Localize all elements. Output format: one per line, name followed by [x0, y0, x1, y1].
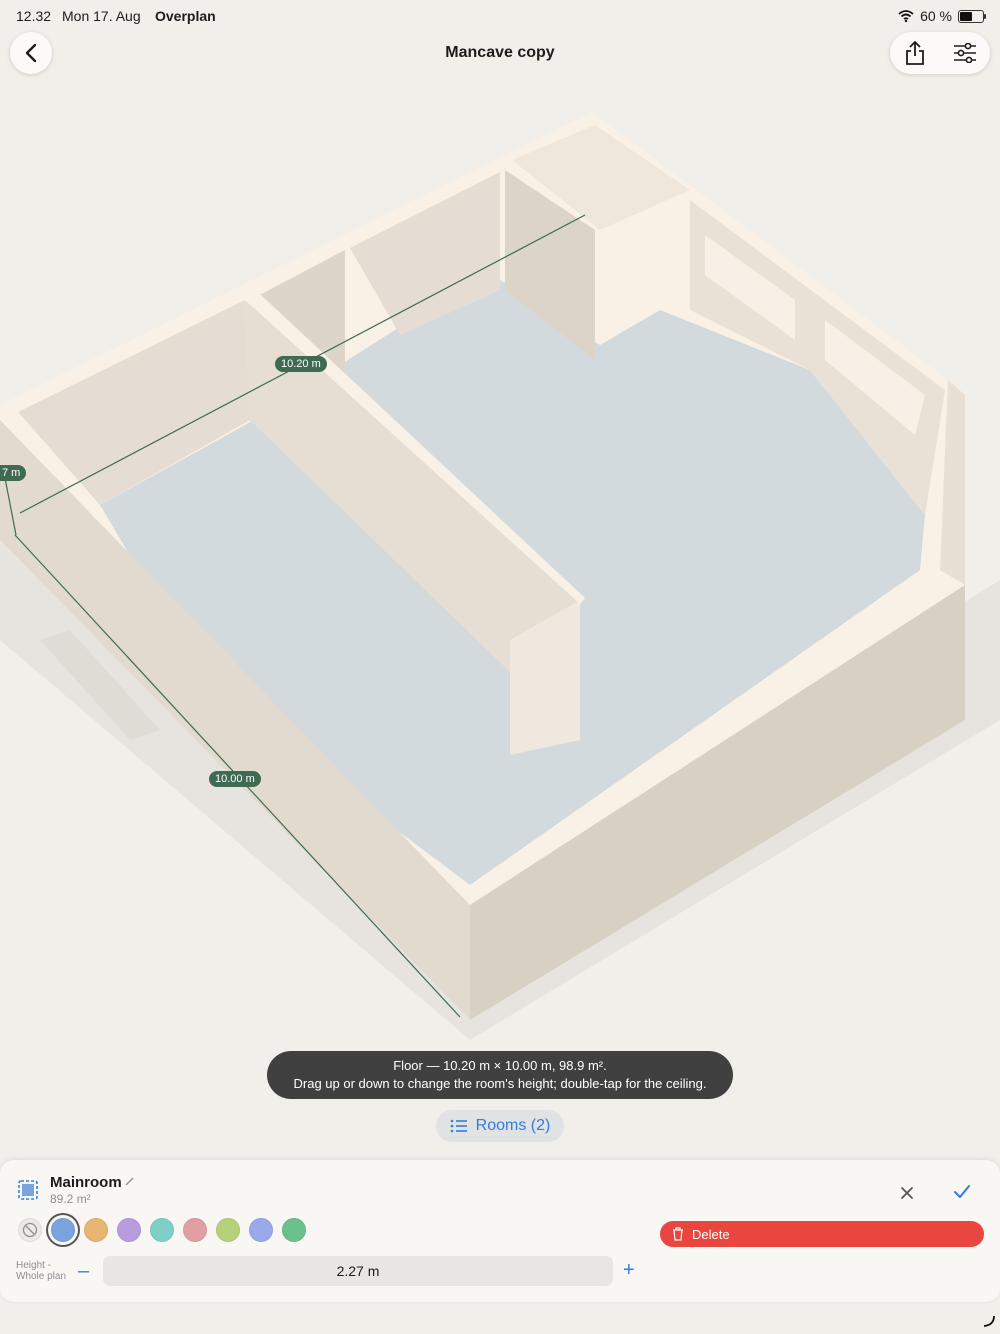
- height-label: Height - Whole plan: [16, 1260, 66, 1282]
- height-label-line-1: Height -: [16, 1260, 52, 1271]
- tooltip-line-1: Floor — 10.20 m × 10.00 m, 98.9 m².: [393, 1058, 607, 1073]
- trash-icon: [673, 1227, 683, 1241]
- status-date: Mon 17. Aug: [62, 8, 141, 24]
- dimension-label-length[interactable]: 10.00 m: [209, 771, 261, 787]
- no-color-swatch[interactable]: [18, 1218, 42, 1242]
- status-app-name: Overplan: [155, 8, 216, 24]
- sliders-icon[interactable]: [953, 43, 977, 63]
- resize-corner-icon: [983, 1315, 995, 1327]
- close-icon[interactable]: [898, 1184, 916, 1202]
- pencil-icon[interactable]: [124, 1175, 136, 1187]
- status-time: 12.32: [16, 8, 52, 24]
- color-swatch[interactable]: [84, 1218, 108, 1242]
- delete-room-button[interactable]: Delete: [660, 1221, 984, 1247]
- page-title: Mancave copy: [445, 44, 555, 61]
- rooms-button-label: Rooms (2): [475, 1117, 551, 1134]
- color-swatch[interactable]: [51, 1218, 75, 1242]
- color-swatch[interactable]: [117, 1218, 141, 1242]
- dimension-label-side[interactable]: 7 m: [0, 465, 27, 481]
- color-swatch[interactable]: [150, 1218, 174, 1242]
- color-swatches: [18, 1218, 306, 1242]
- color-swatch[interactable]: [216, 1218, 240, 1242]
- checkmark-icon[interactable]: [952, 1183, 972, 1201]
- room-edit-panel: Mainroom 89.2 m² Delete Height - Whole p…: [0, 1160, 1000, 1302]
- room-name[interactable]: Mainroom: [50, 1174, 122, 1191]
- floor-info-tooltip: Floor — 10.20 m × 10.00 m, 98.9 m². Drag…: [267, 1051, 733, 1099]
- color-swatch[interactable]: [282, 1218, 306, 1242]
- dimension-label-width[interactable]: 10.20 m: [275, 356, 327, 372]
- status-bar: 12.32 Mon 17. Aug Overplan 60 %: [0, 0, 1000, 32]
- top-actions: [890, 32, 990, 74]
- rooms-button[interactable]: Rooms (2): [436, 1110, 564, 1142]
- battery-fill: [960, 11, 972, 21]
- decrease-height-button[interactable]: –: [78, 1261, 89, 1281]
- battery-percent: 60 %: [920, 8, 952, 24]
- color-swatch[interactable]: [183, 1218, 207, 1242]
- increase-height-button[interactable]: +: [623, 1260, 635, 1280]
- floorplan-3d-view[interactable]: [0, 80, 1000, 1040]
- list-icon: [450, 1119, 467, 1133]
- room-icon: [18, 1180, 38, 1200]
- color-swatch[interactable]: [249, 1218, 273, 1242]
- battery-icon: [958, 9, 986, 23]
- no-color-icon: [22, 1222, 38, 1238]
- status-right: 60 %: [898, 8, 986, 24]
- delete-label: Delete: [692, 1226, 730, 1242]
- wifi-icon: [898, 10, 914, 22]
- height-value-field[interactable]: 2.27 m: [103, 1256, 613, 1286]
- height-label-line-2: Whole plan: [16, 1271, 67, 1282]
- room-area: 89.2 m²: [50, 1192, 91, 1206]
- share-icon[interactable]: [904, 40, 926, 66]
- tooltip-line-2: Drag up or down to change the room's hei…: [293, 1076, 707, 1091]
